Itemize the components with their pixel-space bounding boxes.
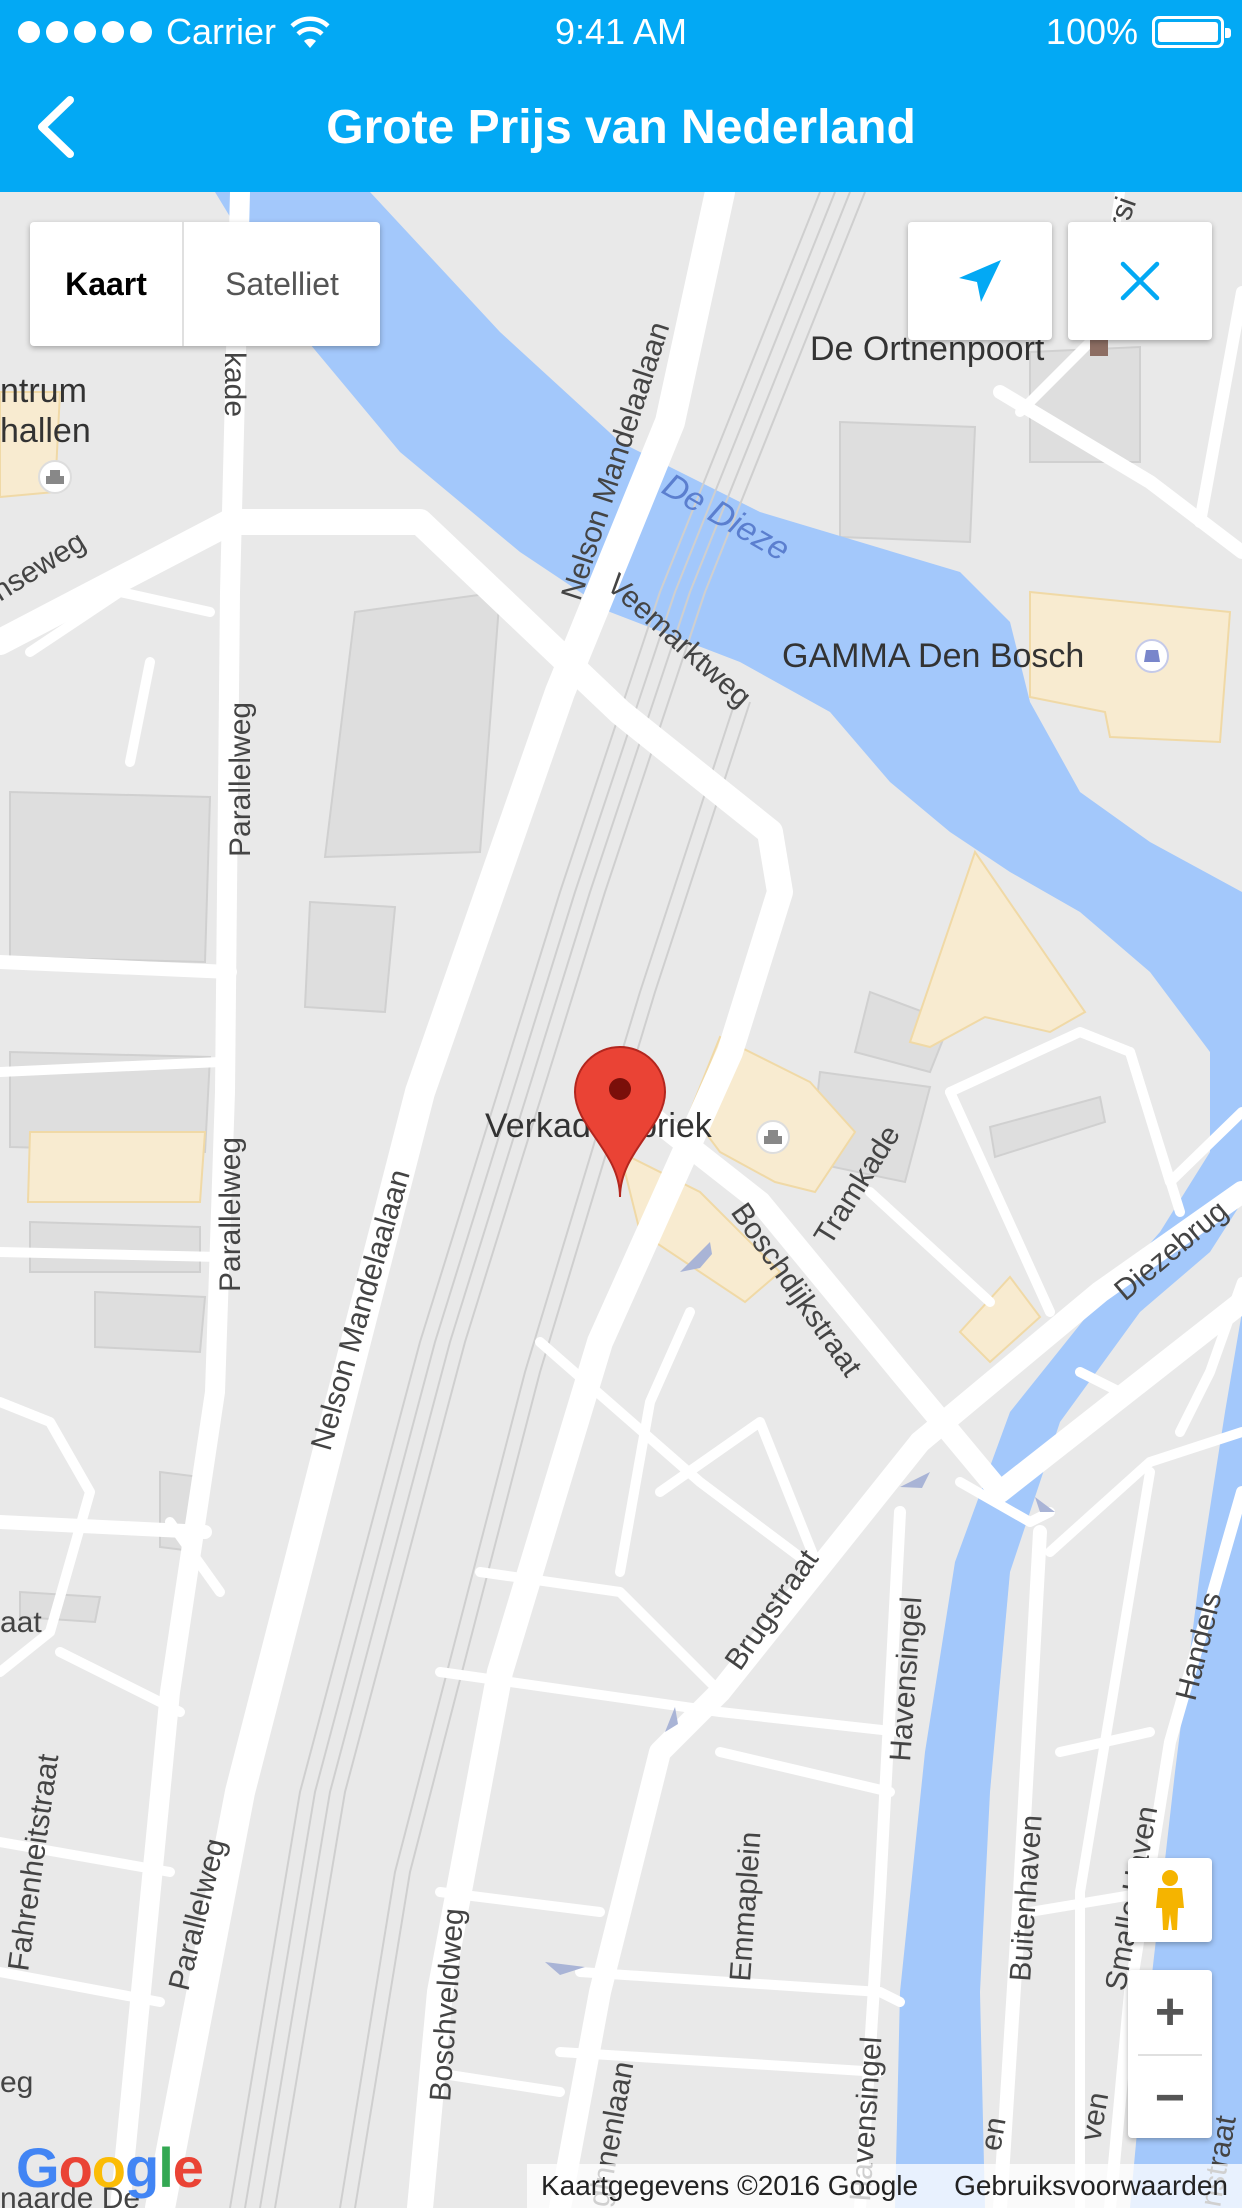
battery-icon (1152, 16, 1231, 48)
poi-gamma: GAMMA Den Bosch (782, 637, 1084, 675)
my-location-button[interactable] (908, 222, 1052, 340)
map-data-attribution: Kaartgegevens ©2016 Google (540, 2170, 919, 2201)
poi-centrum-2: hallen (0, 412, 91, 450)
map-attribution: Kaartgegevens ©2016 Google Gebruiksvoorw… (526, 2164, 1242, 2208)
zoom-control: + − (1128, 1970, 1212, 2138)
label-en: en (974, 2115, 1012, 2154)
label-parallelweg-1: Parallelweg (224, 702, 257, 857)
navigation-arrow-icon (959, 260, 1001, 302)
back-chevron-icon[interactable] (28, 92, 88, 162)
terms-link[interactable]: Gebruiksvoorwaarden (954, 2170, 1228, 2202)
pegman-icon (1156, 1870, 1184, 1930)
close-icon (1120, 261, 1160, 301)
poi-centrum-1: ntrum (0, 372, 87, 410)
page-title: Grote Prijs van Nederland (326, 101, 916, 154)
map-type-kaart-button[interactable]: Kaart (30, 222, 184, 346)
zoom-in-button[interactable]: + (1128, 1970, 1212, 2054)
label-kade: kade (218, 352, 251, 417)
label-parallelweg-2: Parallelweg (214, 1137, 247, 1292)
label-aat: aat (0, 1606, 42, 1639)
map-type-satelliet-button[interactable]: Satelliet (184, 222, 380, 346)
status-bar: Carrier 9:41 AM 100% (0, 0, 1242, 64)
map-type-control: Kaart Satelliet (30, 222, 380, 346)
navigation-bar: Grote Prijs van Nederland (0, 64, 1242, 192)
zoom-out-button[interactable]: − (1128, 2056, 1212, 2140)
map-view[interactable]: Nelson Mandelaalaan Nelson Mandelaalaan … (0, 192, 1242, 2208)
google-logo: Google (16, 2136, 204, 2199)
map-canvas[interactable]: Nelson Mandelaalaan Nelson Mandelaalaan … (0, 192, 1242, 2208)
status-right: 100% (1045, 10, 1231, 54)
label-eg: eg (0, 2066, 33, 2099)
battery-percent: 100% (1045, 11, 1138, 52)
street-view-button[interactable] (1128, 1858, 1212, 1942)
close-button[interactable] (1068, 222, 1212, 340)
